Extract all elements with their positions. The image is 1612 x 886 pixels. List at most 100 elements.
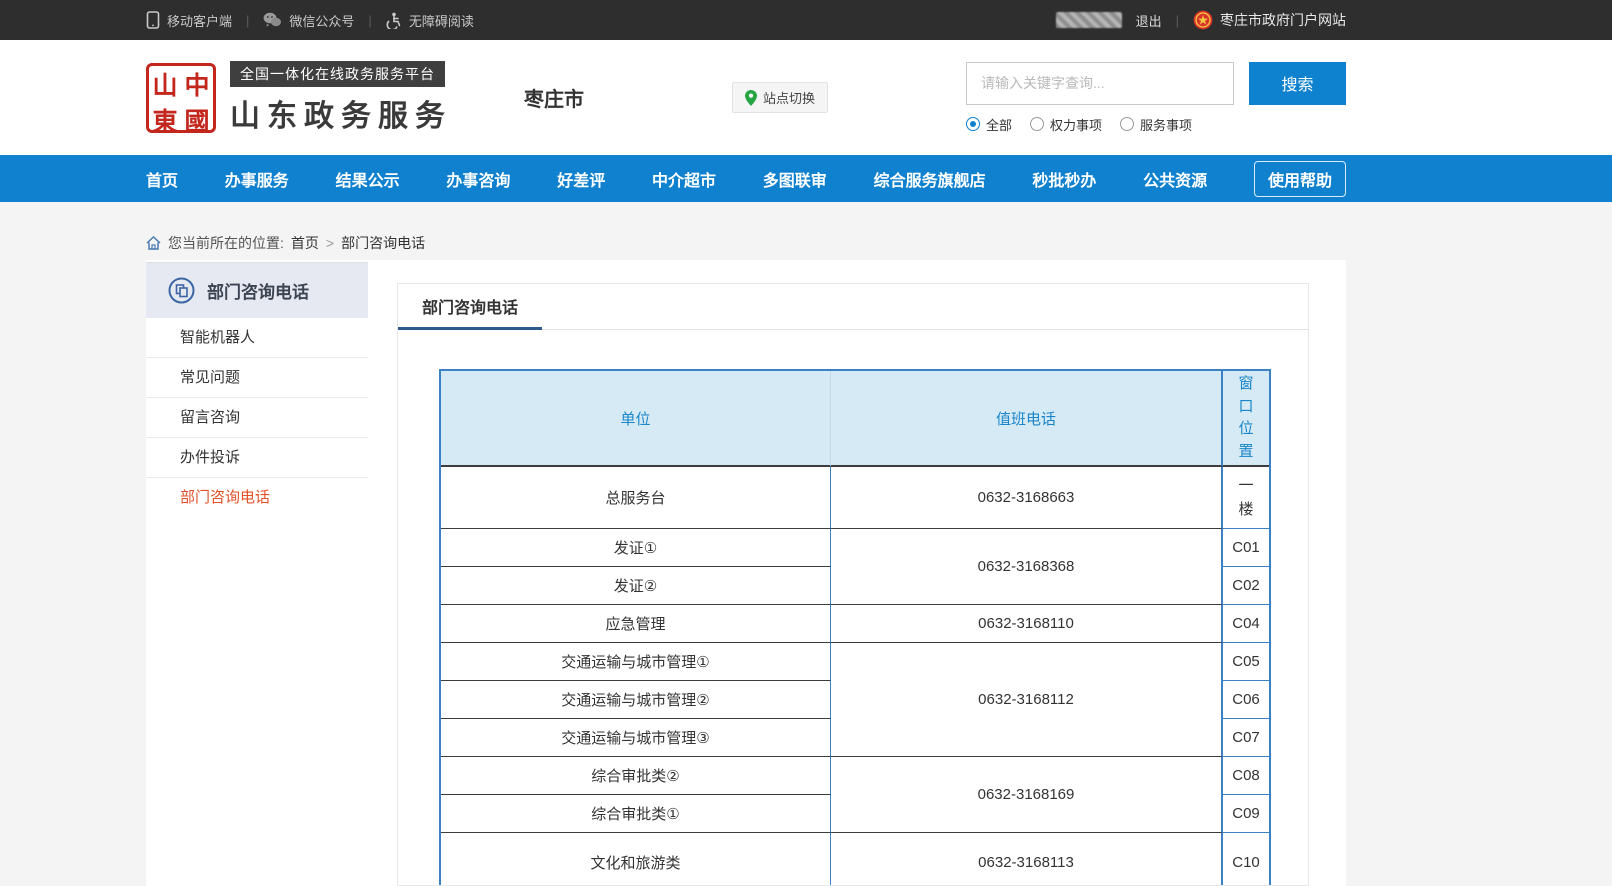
filter-label: 全部 xyxy=(986,115,1012,134)
search-button[interactable]: 搜索 xyxy=(1249,62,1346,105)
seal-char: 國 xyxy=(181,102,213,138)
radio-unselected-icon xyxy=(1030,117,1044,131)
wechat-link[interactable]: 微信公众号 xyxy=(263,11,354,30)
phone-cell: 0632-3168110 xyxy=(831,605,1223,643)
unit-cell: 总服务台 xyxy=(441,467,831,529)
column-header-window: 窗口位置 xyxy=(1223,371,1269,467)
window-cell: C08 xyxy=(1223,757,1269,795)
window-cell: C09 xyxy=(1223,795,1269,833)
unit-cell: 综合审批类② xyxy=(441,757,831,795)
top-utility-bar: 移动客户端 | 微信公众号 | 无障碍阅读 退出 | 枣庄市政府门户网站 xyxy=(0,0,1612,40)
window-cell: C04 xyxy=(1223,605,1269,643)
filter-radio-power-items[interactable]: 权力事项 xyxy=(1030,115,1102,134)
unit-cell: 文化和旅游类 xyxy=(441,833,831,886)
radio-selected-icon xyxy=(966,117,980,131)
unit-cell: 交通运输与城市管理② xyxy=(441,681,831,719)
nav-item-results[interactable]: 结果公示 xyxy=(336,167,400,191)
tab-department-phone[interactable]: 部门咨询电话 xyxy=(398,284,542,330)
search-filter-group: 全部 权力事项 服务事项 xyxy=(966,115,1346,134)
seal-char: 中 xyxy=(181,66,213,102)
nav-item-flagship-store[interactable]: 综合服务旗舰店 xyxy=(874,167,986,191)
filter-label: 服务事项 xyxy=(1140,115,1192,134)
phone-cell: 0632-3168113 xyxy=(831,833,1223,886)
breadcrumb-home-link[interactable]: 首页 xyxy=(291,233,319,253)
unit-cell: 发证① xyxy=(441,529,831,567)
unit-cell: 交通运输与城市管理① xyxy=(441,643,831,681)
nav-help-button[interactable]: 使用帮助 xyxy=(1254,161,1346,197)
filter-radio-service-items[interactable]: 服务事项 xyxy=(1120,115,1192,134)
tab-bar: 部门咨询电话 xyxy=(398,284,1308,330)
mobile-phone-icon xyxy=(146,11,160,29)
table-row: 文化和旅游类 0632-3168113 C10 xyxy=(441,833,1269,886)
mobile-client-link[interactable]: 移动客户端 xyxy=(146,11,232,30)
wechat-icon xyxy=(263,12,282,28)
search-zone: 搜索 全部 权力事项 服务事项 xyxy=(966,62,1346,134)
sidebar-item-department-phone[interactable]: 部门咨询电话 xyxy=(146,478,368,518)
platform-tagline: 全国一体化在线政务服务平台 xyxy=(230,61,445,87)
current-city: 枣庄市 xyxy=(524,83,584,112)
column-header-unit: 单位 xyxy=(441,371,831,467)
divider: | xyxy=(246,13,249,28)
portal-link[interactable]: 枣庄市政府门户网站 xyxy=(1193,10,1346,30)
table-row: 综合审批类② 0632-3168169 C08 xyxy=(441,757,1269,795)
mobile-client-label: 移动客户端 xyxy=(167,11,232,30)
table-header-row: 单位 值班电话 窗口位置 xyxy=(441,371,1269,467)
breadcrumb: 您当前所在的位置: 首页 > 部门咨询电话 xyxy=(146,233,1346,253)
sidebar-title-label: 部门咨询电话 xyxy=(207,278,309,303)
sidebar-title: 部门咨询电话 xyxy=(146,262,368,318)
nav-item-public-resources[interactable]: 公共资源 xyxy=(1143,167,1207,191)
divider: | xyxy=(368,13,371,28)
phone-table-container: 单位 值班电话 窗口位置 总服务台 0632-3168663 一楼 发证① 06… xyxy=(439,369,1267,886)
column-header-phone: 值班电话 xyxy=(831,371,1223,467)
sidebar-item-message-consult[interactable]: 留言咨询 xyxy=(146,398,368,438)
username-redacted xyxy=(1056,12,1122,28)
content-wrapper: 部门咨询电话 智能机器人 常见问题 留言咨询 办件投诉 部门咨询电话 部门咨询电… xyxy=(146,260,1346,886)
window-cell: C10 xyxy=(1223,833,1269,886)
window-cell: C02 xyxy=(1223,567,1269,605)
window-cell: C01 xyxy=(1223,529,1269,567)
phone-cell: 0632-3168368 xyxy=(831,529,1223,605)
window-cell: C07 xyxy=(1223,719,1269,757)
unit-cell: 综合审批类① xyxy=(441,795,831,833)
seal-char: 山 xyxy=(149,66,181,102)
filter-label: 权力事项 xyxy=(1050,115,1102,134)
unit-cell: 发证② xyxy=(441,567,831,605)
nav-item-agency-market[interactable]: 中介超市 xyxy=(652,167,716,191)
sidebar-item-smart-robot[interactable]: 智能机器人 xyxy=(146,318,368,358)
accessibility-label: 无障碍阅读 xyxy=(409,11,474,30)
nav-item-rating[interactable]: 好差评 xyxy=(557,167,605,191)
table-row: 交通运输与城市管理① 0632-3168112 C05 xyxy=(441,643,1269,681)
filter-radio-all[interactable]: 全部 xyxy=(966,115,1012,134)
nav-item-multi-review[interactable]: 多图联审 xyxy=(763,167,827,191)
breadcrumb-band: 您当前所在的位置: 首页 > 部门咨询电话 xyxy=(0,202,1612,260)
table-row: 总服务台 0632-3168663 一楼 xyxy=(441,467,1269,529)
logout-link[interactable]: 退出 xyxy=(1136,11,1162,30)
location-pin-icon xyxy=(745,90,757,106)
department-phone-icon xyxy=(168,277,195,304)
accessibility-link[interactable]: 无障碍阅读 xyxy=(386,11,474,30)
nav-item-services[interactable]: 办事服务 xyxy=(225,167,289,191)
seal-char: 東 xyxy=(149,102,181,138)
site-switch-button[interactable]: 站点切换 xyxy=(732,82,828,113)
nav-item-instant-approval[interactable]: 秒批秒办 xyxy=(1032,167,1096,191)
sidebar: 部门咨询电话 智能机器人 常见问题 留言咨询 办件投诉 部门咨询电话 xyxy=(146,260,368,518)
window-cell: 一楼 xyxy=(1223,467,1269,529)
national-emblem-icon xyxy=(1193,10,1213,30)
nav-item-consultation[interactable]: 办事咨询 xyxy=(446,167,510,191)
main-nav: 首页 办事服务 结果公示 办事咨询 好差评 中介超市 多图联审 综合服务旗舰店 … xyxy=(0,155,1612,202)
sidebar-item-faq[interactable]: 常见问题 xyxy=(146,358,368,398)
site-name: 山东政务服务 xyxy=(230,91,452,135)
shandong-seal-logo[interactable]: 山 中 東 國 xyxy=(146,63,216,133)
radio-unselected-icon xyxy=(1120,117,1134,131)
breadcrumb-prefix: 您当前所在的位置: xyxy=(168,233,284,253)
phone-cell: 0632-3168663 xyxy=(831,467,1223,529)
table-row: 发证① 0632-3168368 C01 xyxy=(441,529,1269,567)
department-phone-table: 单位 值班电话 窗口位置 总服务台 0632-3168663 一楼 发证① 06… xyxy=(439,369,1271,886)
nav-item-home[interactable]: 首页 xyxy=(146,167,178,191)
home-icon xyxy=(146,236,161,250)
sidebar-item-complaint[interactable]: 办件投诉 xyxy=(146,438,368,478)
search-input[interactable] xyxy=(966,62,1234,105)
wechat-label: 微信公众号 xyxy=(289,11,354,30)
table-row: 应急管理 0632-3168110 C04 xyxy=(441,605,1269,643)
breadcrumb-separator: > xyxy=(326,235,334,251)
